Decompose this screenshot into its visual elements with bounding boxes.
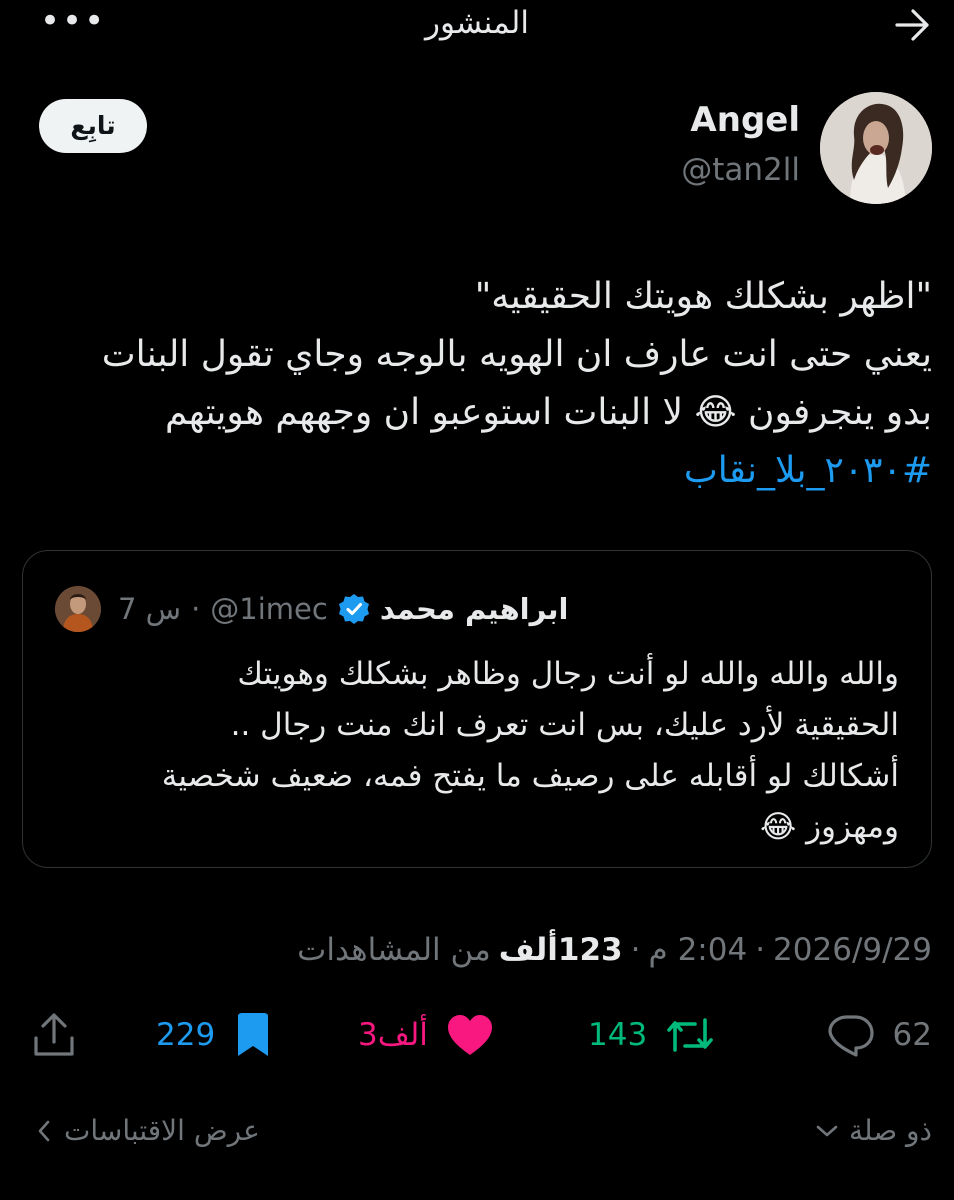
reply-button[interactable]: 62 — [827, 1005, 932, 1065]
quote-line: أشكالك لو أقابله على رصيف ما يفتح فمه، ض… — [161, 758, 899, 794]
bookmark-icon — [238, 1013, 269, 1056]
retweet-button[interactable]: 143 — [588, 1005, 715, 1065]
verified-badge-icon — [338, 594, 369, 624]
quote-line: الحقيقية لأرد عليك، بس انت تعرف انك منت … — [230, 707, 899, 743]
author-name[interactable]: Angel — [690, 100, 800, 140]
heart-icon — [447, 1015, 492, 1055]
author-avatar[interactable] — [820, 92, 932, 204]
relevant-sort-dropdown[interactable]: ذو صلة — [815, 1114, 932, 1147]
reply-count: 62 — [892, 1017, 932, 1053]
post-screen: ••• المنشور Angel @tan2ll تابِع "اظهر بش… — [0, 0, 954, 1200]
view-quotes-link[interactable]: عرض الاقتباسات — [36, 1114, 260, 1147]
quoted-tweet-card[interactable]: ابراهيم محمد @1imec · 7 س والله والله وا… — [22, 550, 932, 868]
bookmark-button[interactable]: 229 — [156, 1005, 273, 1065]
reply-sort-row: ذو صلة عرض الاقتباسات — [0, 1114, 954, 1158]
share-button[interactable] — [30, 1005, 78, 1065]
quoted-author-handle[interactable]: @1imec — [210, 592, 328, 626]
retweet-count: 143 — [588, 1017, 648, 1053]
quoted-author-name[interactable]: ابراهيم محمد — [380, 592, 569, 626]
chevron-down-icon — [816, 1125, 838, 1136]
top-bar: ••• المنشور — [0, 0, 954, 50]
share-icon — [34, 1013, 74, 1056]
quoted-author-avatar[interactable] — [55, 586, 101, 632]
view-quotes-label: عرض الاقتباسات — [64, 1114, 260, 1147]
bookmark-count: 229 — [156, 1017, 216, 1053]
relevant-sort-label: ذو صلة — [849, 1114, 932, 1147]
views-label: من المشاهدات — [297, 932, 491, 968]
tweet-line: بدو ينجرفون 😂 لا البنات استوعبو ان وجههم… — [164, 392, 932, 433]
hashtag-link[interactable]: #٢٠٣٠_بلا_نقاب — [32, 442, 932, 500]
quoted-tweet-header: ابراهيم محمد @1imec · 7 س — [118, 587, 569, 631]
separator-dot: · — [191, 592, 201, 626]
tweet-line: "اظهر بشكلك هويتك الحقيقيه" — [474, 276, 932, 317]
tweet-text: "اظهر بشكلك هويتك الحقيقيه" يعني حتى انت… — [32, 268, 932, 500]
retweet-icon — [667, 1018, 713, 1052]
separator-dot: · — [755, 932, 766, 968]
like-count: 3ألف — [358, 1017, 428, 1053]
tweet-meta: 2026/9/29 · 2:04 م · 123ألف من المشاهدات — [297, 932, 932, 968]
quoted-tweet-text: والله والله والله لو أنت رجال وظاهر بشكل… — [59, 649, 899, 853]
tweet-time: 2:04 م — [648, 932, 748, 968]
views-count[interactable]: 123ألف — [499, 932, 623, 968]
arrow-right-icon[interactable] — [894, 8, 932, 42]
quote-line: ومهزوز 😂 — [760, 809, 899, 845]
quoted-tweet-time: 7 س — [118, 592, 182, 626]
quote-line: والله والله والله لو أنت رجال وظاهر بشكل… — [237, 656, 899, 692]
follow-button[interactable]: تابِع — [39, 99, 147, 153]
reply-icon — [827, 1015, 874, 1057]
author-handle[interactable]: @tan2ll — [681, 152, 800, 188]
like-button[interactable]: 3ألف — [358, 1005, 494, 1065]
separator-dot: · — [630, 932, 641, 968]
page-title: المنشور — [425, 5, 529, 41]
tweet-date: 2026/9/29 — [773, 932, 932, 968]
action-bar: 62 143 3ألف 229 — [0, 1005, 954, 1065]
chevron-left-icon — [38, 1120, 50, 1141]
tweet-line: يعني حتى انت عارف ان الهويه بالوجه وجاي … — [101, 334, 932, 375]
